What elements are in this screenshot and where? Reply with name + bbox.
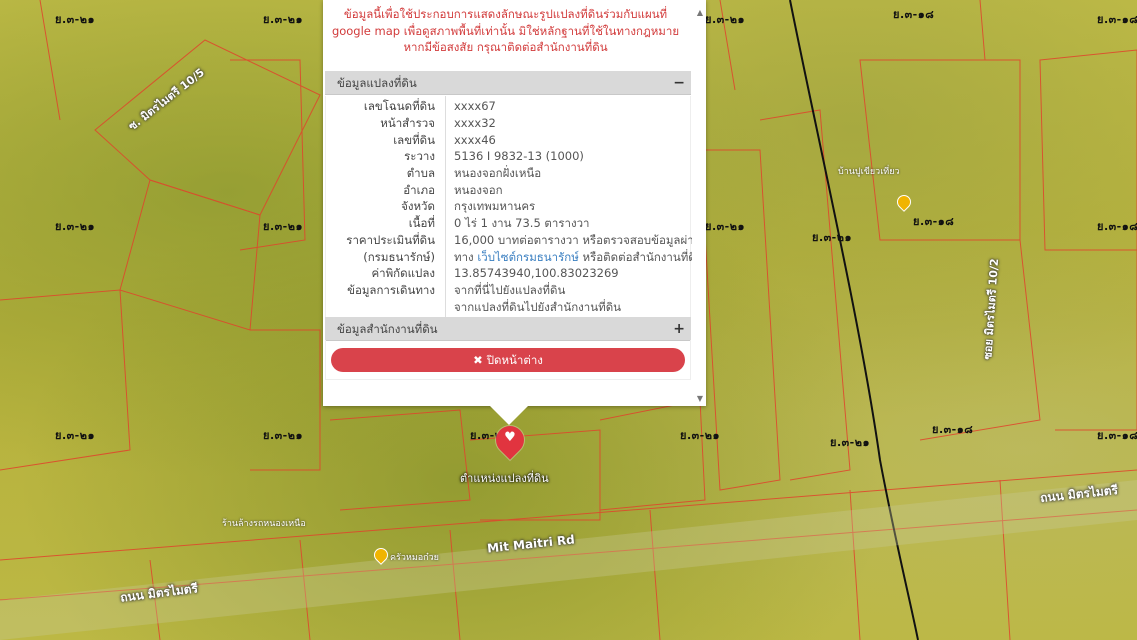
row-label: ข้อมูลการเดินทาง — [347, 283, 435, 297]
directions-to-parcel-link[interactable]: จากที่นี่ไปยังแปลงที่ดิน — [454, 282, 565, 299]
coordinates-link[interactable]: 13.85743940,100.83023269 — [454, 265, 619, 282]
zone-label: ย.๓-๒๑ — [830, 436, 870, 449]
expand-icon[interactable]: + — [673, 317, 685, 341]
zone-label: ย.๓-๒๑ — [705, 220, 745, 233]
row-label: หน้าสำรวจ — [380, 116, 435, 130]
scroll-up-arrow-icon[interactable]: ▲ — [697, 8, 703, 17]
disclaimer-notice: ข้อมูลนี้เพื่อใช้ประกอบการแสดงลักษณะรูปแ… — [331, 7, 680, 54]
row-label: เนื้อที่ — [408, 216, 435, 230]
directions-to-office-link[interactable]: จากแปลงที่ดินไปยังสำนักงานที่ดิน — [454, 299, 621, 316]
marker-label: ตำแหน่งแปลงที่ดิน — [460, 472, 549, 485]
parcel-info-popup: ข้อมูลนี้เพื่อใช้ประกอบการแสดงลักษณะรูปแ… — [323, 0, 706, 406]
zone-label: ย.๓-๒๑ — [705, 13, 745, 26]
close-window-button[interactable]: ✖ ปิดหน้าต่าง — [331, 348, 685, 372]
row-label: เลขโฉนดที่ดิน — [363, 99, 435, 113]
row-label: ตำบล — [406, 166, 435, 180]
scroll-down-arrow-icon[interactable]: ▼ — [697, 394, 703, 403]
parcel-info-table: เลขโฉนดที่ดิน xxxx67 หน้าสำรวจ xxxx32 เล… — [325, 96, 692, 317]
row-value: ทาง เว็บไซต์กรมธนารักษ์ หรือติดต่อสำนักง… — [454, 249, 692, 266]
heart-icon: ♥ — [504, 430, 516, 445]
zone-label: ย.๓-๒๑ — [263, 13, 303, 26]
row-value: xxxx67 — [454, 99, 496, 113]
row-value: xxxx32 — [454, 116, 496, 130]
section-title: ข้อมูลสำนักงานที่ดิน — [337, 322, 438, 336]
zone-label: ย.๓-๑๘ — [932, 423, 974, 436]
row-label: เลขที่ดิน — [393, 133, 435, 147]
collapse-icon[interactable]: − — [673, 71, 685, 95]
row-value: xxxx46 — [454, 133, 496, 147]
treasury-website-link[interactable]: เว็บไซต์กรมธนารักษ์ — [477, 250, 579, 264]
row-value: 5136 I 9832-13 (1000) — [454, 149, 584, 163]
appraisal-prefix: ทาง — [454, 250, 478, 264]
poi-label[interactable]: บ้านปูเขียวเที่ยว — [838, 164, 900, 178]
row-label: (กรมธนารักษ์) — [363, 250, 435, 264]
row-label: อำเภอ — [403, 183, 435, 197]
zone-label: ย.๓-๒๑ — [55, 220, 95, 233]
zone-label: ย.๓-๒๑ — [680, 429, 720, 442]
office-info-header[interactable]: ข้อมูลสำนักงานที่ดิน + — [325, 317, 691, 341]
popup-pointer — [489, 405, 529, 425]
row-value: หนองจอกฝั่งเหนือ — [454, 166, 542, 180]
zone-label: ย.๓-๒๑ — [55, 429, 95, 442]
row-value: กรุงเทพมหานคร — [454, 199, 536, 213]
poi-label[interactable]: ครัวหมอก๋วย — [390, 550, 439, 564]
parcel-info-header[interactable]: ข้อมูลแปลงที่ดิน − — [325, 71, 691, 95]
zone-label: ย.๓-๒๑ — [812, 231, 852, 244]
column-divider — [445, 96, 446, 317]
zone-label: ย.๓-๑๘ — [1097, 429, 1137, 442]
row-value: หนองจอก — [454, 183, 503, 197]
zone-label: ย.๓-๑๘ — [1097, 220, 1137, 233]
row-label: ระวาง — [404, 149, 435, 163]
zone-label: ย.๓-๒๑ — [263, 220, 303, 233]
appraisal-suffix: หรือติดต่อสำนักงานที่ดิน — [578, 250, 692, 264]
zone-label: ย.๓-๑๘ — [1097, 13, 1137, 26]
close-icon: ✖ — [473, 353, 483, 367]
close-button-label: ปิดหน้าต่าง — [486, 353, 543, 367]
zone-label: ย.๓-๒๑ — [55, 13, 95, 26]
popup-content[interactable]: ข้อมูลนี้เพื่อใช้ประกอบการแสดงลักษณะรูปแ… — [323, 0, 692, 406]
section-title: ข้อมูลแปลงที่ดิน — [337, 76, 417, 90]
row-label: ราคาประเมินที่ดิน — [346, 233, 435, 247]
zone-label: ย.๓-๒๑ — [263, 429, 303, 442]
zone-label: ย.๓-๑๘ — [893, 8, 935, 21]
row-label: จังหวัด — [401, 199, 435, 213]
zone-label: ย.๓-๑๘ — [913, 215, 955, 228]
row-value: 16,000 บาทต่อตารางวา หรือตรวจสอบข้อมูลผ่… — [454, 233, 692, 247]
poi-label[interactable]: ร้านล้างรถหนองเหนือ — [222, 516, 306, 530]
row-label: ค่าพิกัดแปลง — [371, 266, 435, 280]
row-value: 0 ไร่ 1 งาน 73.5 ตารางวา — [454, 216, 590, 230]
